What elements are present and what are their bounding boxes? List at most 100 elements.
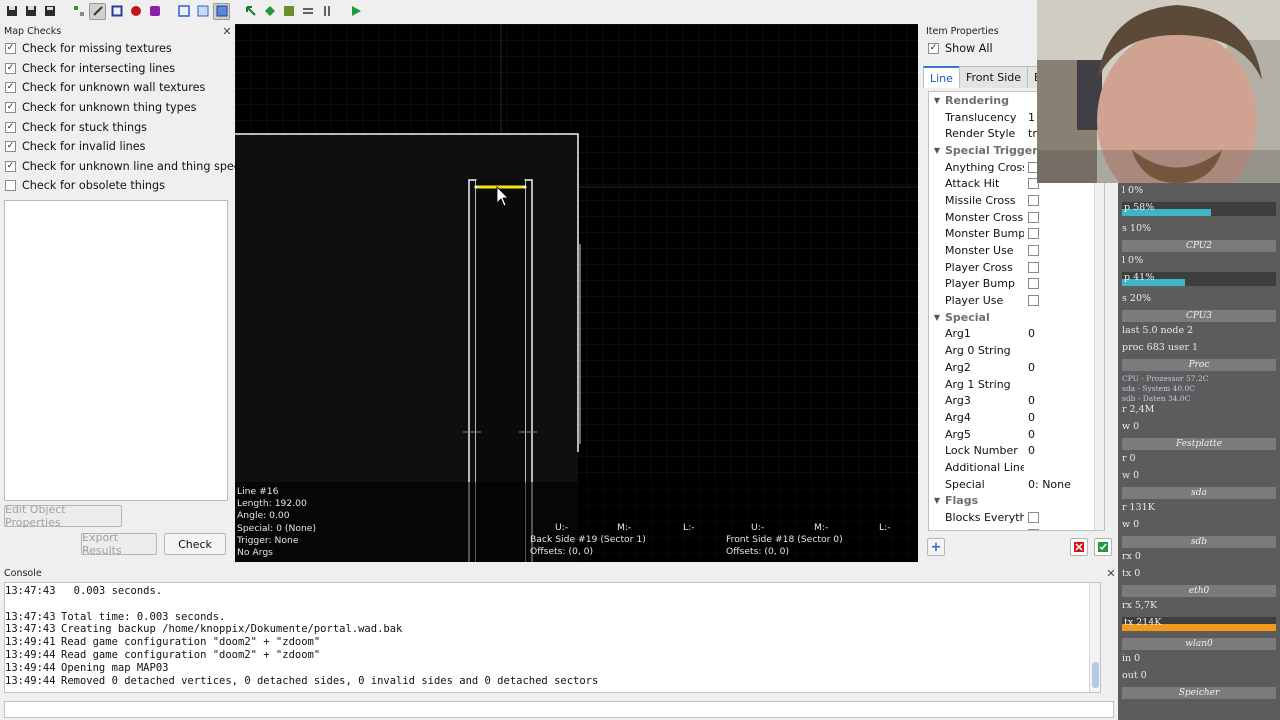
select-icon[interactable]: [70, 3, 87, 20]
property-row[interactable]: Arg2 0: [929, 359, 1104, 376]
mode-lines-icon[interactable]: [194, 3, 211, 20]
console-timestamp: 13:49:44: [5, 674, 56, 687]
category-flags[interactable]: ▼ Flags: [929, 493, 1104, 510]
property-checkbox[interactable]: [1028, 528, 1039, 530]
map-check-item[interactable]: ✓ Check for invalid lines: [0, 137, 234, 157]
property-row[interactable]: Arg4 0: [929, 409, 1104, 426]
property-value[interactable]: 0: [1024, 361, 1035, 374]
map-check-item[interactable]: ✓ Check for unknown line and thing specia…: [0, 157, 259, 177]
collapse-arrow-icon[interactable]: ▼: [929, 313, 945, 322]
monitor-section-title: eth0: [1122, 585, 1276, 597]
arrow-icon[interactable]: [242, 3, 259, 20]
checkbox-icon[interactable]: ✓: [5, 102, 16, 114]
edit-object-properties-button[interactable]: Edit Object Properties: [4, 503, 122, 529]
property-row[interactable]: Arg1 0: [929, 326, 1104, 343]
mode-vertices-icon[interactable]: [175, 3, 192, 20]
tab-line[interactable]: Line: [923, 66, 960, 88]
property-row[interactable]: Player Cross: [929, 259, 1104, 276]
map-check-item[interactable]: ✓ Check for missing textures: [0, 39, 234, 59]
checkbox-icon[interactable]: ✓: [5, 160, 16, 172]
flip-icon[interactable]: [280, 3, 297, 20]
circle-icon[interactable]: [127, 3, 144, 20]
property-checkbox[interactable]: [1028, 211, 1039, 223]
map-check-item[interactable]: ✓ Check for stuck things: [0, 117, 234, 137]
map-check-item[interactable]: ✓ Check for unknown wall textures: [0, 78, 234, 98]
new-map-icon[interactable]: [3, 3, 20, 20]
property-checkbox[interactable]: [1028, 295, 1039, 307]
console-scroll-thumb[interactable]: [1092, 662, 1099, 688]
console-line: 13:49:44 Read game configuration "doom2" …: [5, 649, 1100, 662]
property-row[interactable]: Player Bump: [929, 276, 1104, 293]
property-value[interactable]: 1: [1024, 111, 1035, 124]
map-check-item[interactable]: ✓ Check for intersecting lines: [0, 59, 234, 79]
console-timestamp: 13:49:44: [5, 661, 56, 674]
property-checkbox[interactable]: [1028, 261, 1039, 273]
mode-sectors-icon[interactable]: [213, 2, 230, 20]
property-row[interactable]: Arg5 0: [929, 426, 1104, 443]
join-icon[interactable]: [299, 3, 316, 20]
property-row[interactable]: Lock Number 0: [929, 442, 1104, 459]
add-property-button[interactable]: +: [927, 538, 945, 556]
console-input[interactable]: [4, 701, 1114, 718]
property-row[interactable]: Arg 1 String: [929, 376, 1104, 393]
property-value[interactable]: 0: None: [1024, 478, 1071, 491]
property-row[interactable]: Missile Cross: [929, 192, 1104, 209]
check-button[interactable]: Check: [164, 533, 226, 555]
console-timestamp: 13:47:43: [5, 623, 56, 636]
property-value[interactable]: 0: [1024, 411, 1035, 424]
property-value[interactable]: 0: [1024, 428, 1035, 441]
draw-icon[interactable]: [89, 2, 106, 20]
map-check-item[interactable]: Check for obsolete things: [0, 176, 234, 196]
map-canvas[interactable]: Line #16 Length: 192.00 Angle: 0.00 Special…: [235, 24, 918, 562]
discard-button[interactable]: [1070, 538, 1088, 556]
property-checkbox[interactable]: [1028, 278, 1039, 290]
console-scrollbar[interactable]: [1089, 583, 1100, 692]
checkbox-icon[interactable]: ✓: [5, 62, 16, 74]
close-icon[interactable]: ✕: [1104, 567, 1118, 580]
property-value[interactable]: 0: [1024, 394, 1035, 407]
play-icon[interactable]: [347, 3, 364, 20]
checkbox-icon[interactable]: ✓: [5, 43, 16, 55]
checkbox-icon[interactable]: ✓: [5, 121, 16, 133]
checkbox-icon[interactable]: ✓: [928, 43, 939, 55]
property-value[interactable]: 0: [1024, 327, 1035, 340]
property-row[interactable]: Monster Cross: [929, 209, 1104, 226]
property-row[interactable]: Monster Use: [929, 242, 1104, 259]
property-checkbox[interactable]: [1028, 512, 1039, 524]
property-row[interactable]: Arg 0 String: [929, 342, 1104, 359]
property-row[interactable]: Special 0: None: [929, 476, 1104, 493]
property-checkbox[interactable]: [1028, 194, 1039, 206]
property-row[interactable]: Arg3 0: [929, 392, 1104, 409]
check-icon[interactable]: [261, 3, 278, 20]
save-as-icon[interactable]: [41, 3, 58, 20]
apply-button[interactable]: [1094, 538, 1112, 556]
property-row[interactable]: Player Use: [929, 292, 1104, 309]
checkbox-icon[interactable]: ✓: [5, 141, 16, 153]
split-icon[interactable]: [318, 3, 335, 20]
property-name: Anything Cross: [945, 160, 1024, 174]
rect-icon[interactable]: [108, 3, 125, 20]
category-special[interactable]: ▼ Special: [929, 309, 1104, 326]
map-checks-panel: Map Checks ✕ ✓ Check for missing textures…: [0, 24, 259, 562]
property-row[interactable]: Blocks Hitscan: [929, 526, 1104, 530]
property-checkbox[interactable]: [1028, 245, 1039, 257]
checkbox-icon[interactable]: [5, 180, 16, 192]
property-row[interactable]: Blocks Everyth: [929, 509, 1104, 526]
property-row[interactable]: Monster Bump: [929, 226, 1104, 243]
save-icon[interactable]: [22, 3, 39, 20]
collapse-arrow-icon[interactable]: ▼: [929, 96, 945, 105]
collapse-arrow-icon[interactable]: ▼: [929, 146, 945, 155]
check-results-list[interactable]: [4, 200, 228, 501]
show-all-checkbox[interactable]: ✓ Show All: [923, 39, 993, 59]
checkbox-icon[interactable]: ✓: [5, 82, 16, 94]
tab-front-side[interactable]: Front Side: [958, 66, 1029, 88]
map-check-item[interactable]: ✓ Check for unknown thing types: [0, 98, 234, 118]
property-value[interactable]: 0: [1024, 444, 1035, 457]
collapse-arrow-icon[interactable]: ▼: [929, 496, 945, 505]
property-row[interactable]: Additional Line: [929, 459, 1104, 476]
console-log[interactable]: 13:47:43 0.003 seconds. 13:47:43 Total tim…: [4, 582, 1101, 693]
close-icon[interactable]: ✕: [220, 25, 234, 38]
shape-icon[interactable]: [146, 3, 163, 20]
property-checkbox[interactable]: [1028, 228, 1039, 240]
export-results-button[interactable]: Export Results: [81, 531, 157, 557]
